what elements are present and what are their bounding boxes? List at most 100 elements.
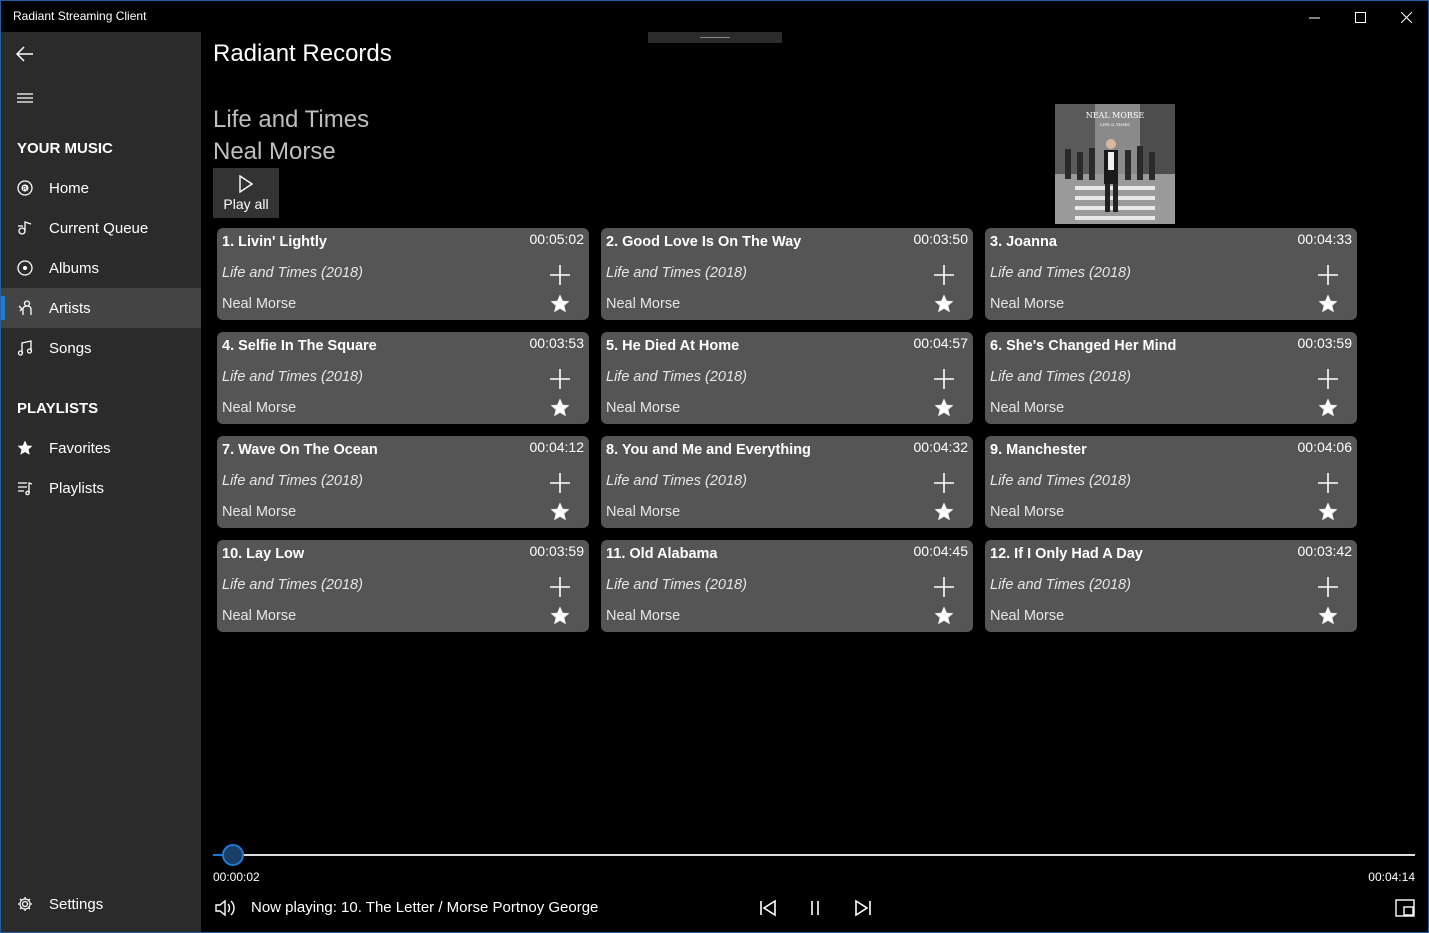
track-title: 5. He Died At Home bbox=[606, 338, 740, 354]
favorite-star-icon[interactable] bbox=[550, 502, 570, 522]
maximize-icon bbox=[1354, 11, 1366, 23]
compact-overlay-icon[interactable] bbox=[1395, 899, 1415, 917]
track-card[interactable]: 9. Manchester 00:04:06 Life and Times (201… bbox=[985, 436, 1357, 528]
previous-track-icon[interactable] bbox=[758, 898, 778, 918]
track-title: 8. You and Me and Everything bbox=[606, 442, 811, 458]
track-duration: 00:03:53 bbox=[529, 335, 585, 351]
track-duration: 00:04:12 bbox=[529, 439, 585, 455]
sidebar-item-current-queue[interactable]: Current Queue bbox=[1, 208, 201, 248]
sidebar-item-home[interactable]: R Home bbox=[1, 168, 201, 208]
sidebar-item-songs[interactable]: Songs bbox=[1, 328, 201, 368]
track-card[interactable]: 3. Joanna 00:04:33 Life and Times (2018) Ne… bbox=[985, 228, 1357, 320]
album-title: Life and Times bbox=[213, 106, 370, 133]
favorite-star-icon[interactable] bbox=[934, 398, 954, 418]
track-artist: Neal Morse bbox=[222, 608, 297, 624]
track-card[interactable]: 11. Old Alabama 00:04:45 Life and Times (2… bbox=[601, 540, 973, 632]
your-music-heading: YOUR MUSIC bbox=[17, 140, 113, 157]
track-card[interactable]: 1. Livin' Lightly 00:05:02 Life and Times … bbox=[217, 228, 589, 320]
favorite-star-icon[interactable] bbox=[550, 294, 570, 314]
track-album: Life and Times (2018) bbox=[990, 369, 1131, 385]
favorite-star-icon[interactable] bbox=[1318, 398, 1338, 418]
drag-handle[interactable] bbox=[648, 32, 782, 43]
favorite-star-icon[interactable] bbox=[934, 606, 954, 626]
play-all-button[interactable]: Play all bbox=[213, 168, 279, 218]
back-arrow-icon bbox=[16, 46, 33, 62]
selection-indicator bbox=[1, 296, 5, 320]
track-duration: 00:03:50 bbox=[913, 231, 969, 247]
track-artist: Neal Morse bbox=[606, 608, 681, 624]
volume-icon[interactable] bbox=[214, 898, 236, 918]
artist-name[interactable]: Neal Morse bbox=[213, 138, 336, 166]
seek-thumb[interactable] bbox=[222, 844, 244, 866]
music-note-icon bbox=[1, 328, 49, 368]
favorite-star-icon[interactable] bbox=[550, 606, 570, 626]
track-title: 1. Livin' Lightly bbox=[222, 234, 327, 250]
minimize-button[interactable] bbox=[1291, 1, 1337, 33]
add-to-queue-icon[interactable] bbox=[549, 264, 571, 286]
favorite-star-icon[interactable] bbox=[550, 398, 570, 418]
sidebar-item-label: Home bbox=[49, 179, 90, 197]
add-to-queue-icon[interactable] bbox=[933, 576, 955, 598]
track-card[interactable]: 6. She's Changed Her Mind 00:03:59 Life an… bbox=[985, 332, 1357, 424]
favorite-star-icon[interactable] bbox=[1318, 502, 1338, 522]
add-to-queue-icon[interactable] bbox=[1317, 264, 1339, 286]
track-title: 12. If I Only Had A Day bbox=[990, 546, 1143, 562]
track-card[interactable]: 10. Lay Low 00:03:59 Life and Times (2018)… bbox=[217, 540, 589, 632]
track-album: Life and Times (2018) bbox=[222, 369, 363, 385]
sidebar-item-label: Settings bbox=[49, 895, 104, 913]
add-to-queue-icon[interactable] bbox=[1317, 576, 1339, 598]
track-card[interactable]: 4. Selfie In The Square 00:03:53 Life and … bbox=[217, 332, 589, 424]
add-to-queue-icon[interactable] bbox=[549, 368, 571, 390]
close-button[interactable] bbox=[1383, 1, 1429, 33]
add-to-queue-icon[interactable] bbox=[549, 472, 571, 494]
track-album: Life and Times (2018) bbox=[990, 577, 1131, 593]
sidebar-item-favorites[interactable]: Favorites bbox=[1, 428, 201, 468]
track-artist: Neal Morse bbox=[606, 504, 681, 520]
track-card[interactable]: 5. He Died At Home 00:04:57 Life and Times… bbox=[601, 332, 973, 424]
add-to-queue-icon[interactable] bbox=[933, 472, 955, 494]
maximize-button[interactable] bbox=[1337, 1, 1383, 33]
track-duration: 00:04:06 bbox=[1297, 439, 1353, 455]
sidebar-item-albums[interactable]: Albums bbox=[1, 248, 201, 288]
gear-icon bbox=[1, 884, 49, 924]
add-to-queue-icon[interactable] bbox=[1317, 368, 1339, 390]
home-icon: R bbox=[1, 168, 49, 208]
seek-bar[interactable] bbox=[213, 854, 1415, 856]
track-album: Life and Times (2018) bbox=[990, 473, 1131, 489]
track-album: Life and Times (2018) bbox=[222, 265, 363, 281]
track-album: Life and Times (2018) bbox=[222, 577, 363, 593]
favorite-star-icon[interactable] bbox=[1318, 294, 1338, 314]
sidebar: YOUR MUSIC R Home Current Queue Albums A… bbox=[0, 32, 201, 933]
track-card[interactable]: 12. If I Only Had A Day 00:03:42 Life and … bbox=[985, 540, 1357, 632]
track-duration: 00:04:45 bbox=[913, 543, 969, 559]
favorite-star-icon[interactable] bbox=[1318, 606, 1338, 626]
track-title: 4. Selfie In The Square bbox=[222, 338, 377, 354]
track-album: Life and Times (2018) bbox=[606, 265, 747, 281]
favorite-star-icon[interactable] bbox=[934, 502, 954, 522]
add-to-queue-icon[interactable] bbox=[933, 264, 955, 286]
track-artist: Neal Morse bbox=[606, 296, 681, 312]
sidebar-item-label: Artists bbox=[49, 299, 91, 317]
playlists-heading: PLAYLISTS bbox=[17, 400, 99, 417]
add-to-queue-icon[interactable] bbox=[549, 576, 571, 598]
hamburger-menu-button[interactable] bbox=[1, 76, 49, 120]
track-card[interactable]: 7. Wave On The Ocean 00:04:12 Life and Tim… bbox=[217, 436, 589, 528]
title-bar: Radiant Streaming Client bbox=[0, 0, 1429, 32]
sidebar-item-artists[interactable]: Artists bbox=[1, 288, 201, 328]
add-to-queue-icon[interactable] bbox=[933, 368, 955, 390]
current-time: 00:00:02 bbox=[213, 870, 260, 884]
pause-icon[interactable] bbox=[805, 898, 825, 918]
track-duration: 00:03:59 bbox=[529, 543, 585, 559]
next-track-icon[interactable] bbox=[853, 898, 873, 918]
track-card[interactable]: 8. You and Me and Everything 00:04:32 Life… bbox=[601, 436, 973, 528]
page-title: Radiant Records bbox=[213, 40, 392, 67]
back-button[interactable] bbox=[1, 32, 49, 76]
sidebar-item-settings[interactable]: Settings bbox=[1, 884, 201, 924]
favorite-star-icon[interactable] bbox=[934, 294, 954, 314]
track-card[interactable]: 2. Good Love Is On The Way 00:03:50 Life a… bbox=[601, 228, 973, 320]
album-icon bbox=[1, 248, 49, 288]
track-album: Life and Times (2018) bbox=[990, 265, 1131, 281]
sidebar-item-playlists[interactable]: Playlists bbox=[1, 468, 201, 508]
sidebar-item-label: Albums bbox=[49, 259, 100, 277]
add-to-queue-icon[interactable] bbox=[1317, 472, 1339, 494]
